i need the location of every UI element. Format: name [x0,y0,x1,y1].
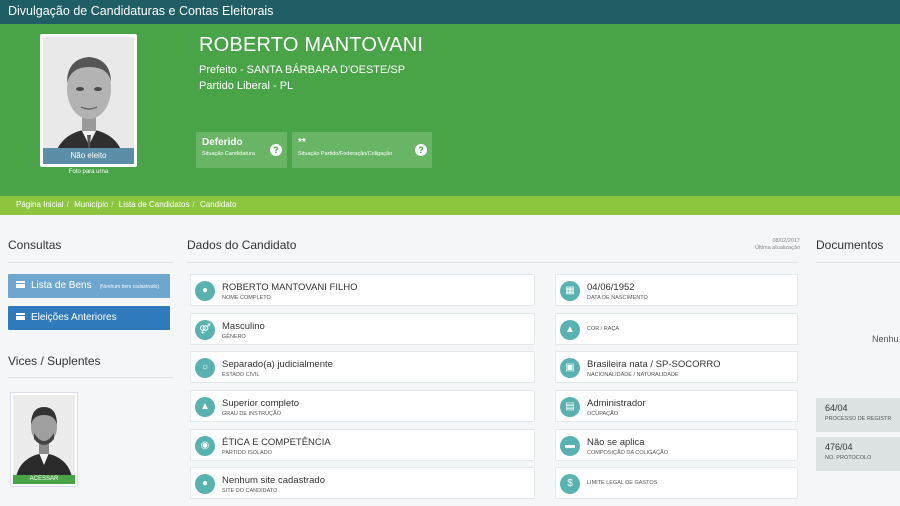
last-update: 08/02/2017 Última atualização [740,238,800,252]
calendar-icon: ▦ [560,281,580,301]
field-education: ▲ Superior completo GRAU DE INSTRUÇÃO [190,390,535,422]
candidacy-status-label: Situação Candidatura [202,151,255,157]
field-label: NOME COMPLETO [222,295,271,301]
shirt-icon: ▲ [560,320,580,340]
consultas-title: Consultas [8,238,62,252]
field-birth-date: ▦ 04/06/1952 DATA DE NASCIMENTO [555,274,798,306]
field-label: COMPOSIÇÃO DA COLIGAÇÃO [587,450,668,456]
field-label: LIMITE LEGAL DE GASTOS [587,480,658,486]
field-value: ÉTICA E COMPETÊNCIA [222,437,331,448]
vice-access-label[interactable]: ACESSAR [13,475,75,484]
field-label: NACIONALIDADE / NATURALIDADE [587,372,679,378]
document-item[interactable]: 64/04 PROCESSO DE REGISTRO DE [816,398,900,432]
field-label: PARTIDO ISOLADO [222,450,272,456]
field-value: ROBERTO MANTOVANI FILHO [222,282,358,293]
list-icon [16,312,25,320]
field-value: Não se aplica [587,437,645,448]
candidate-party: Partido Liberal - PL [199,80,294,92]
field-label: SITE DO CANDIDATO [222,488,278,494]
list-icon [16,280,25,288]
assets-list-label: Lista de Bens [31,280,92,291]
vice-candidate-card[interactable]: ACESSAR [10,392,78,487]
last-update-date: 08/02/2017 [772,238,800,244]
divider [8,262,173,263]
assets-list-note: (Nenhum bem cadastrado) [99,284,160,290]
ring-icon: ○ [195,358,215,378]
document-value: 476/04 [825,442,853,452]
vices-title: Vices / Suplentes [8,354,101,368]
party-status-label: Situação Partido/Federação/Coligação [298,151,393,157]
documents-empty-text: Nenhu [872,334,899,344]
party-status-value: ** [298,137,306,148]
divider [816,262,900,263]
field-race: ▲ COR / RAÇA [555,313,798,345]
last-update-label: Última atualização [755,245,800,251]
field-value: 04/06/1952 [587,282,635,293]
field-coalition: ▬ Não se aplica COMPOSIÇÃO DA COLIGAÇÃO [555,429,798,461]
photo-status-label: Não eleito [43,148,134,164]
map-icon: ▣ [560,358,580,378]
dollar-icon: $ [560,474,580,494]
folder-icon: ▬ [560,436,580,456]
field-party: ◉ ÉTICA E COMPETÊNCIA PARTIDO ISOLADO [190,429,535,461]
divider [187,262,799,263]
candidate-hero: Não eleito Foto para urna ROBERTO MANTOV… [0,24,900,196]
candidate-office: Prefeito - SANTA BÁRBARA D'OESTE/SP [199,64,406,76]
field-value: Brasileira nata / SP-SOCORRO [587,359,721,370]
breadcrumb-home[interactable]: Página Inicial [16,200,64,209]
field-gender: ⚤ Masculino GÊNERO [190,313,535,345]
field-label: GÊNERO [222,334,246,340]
education-icon: ▲ [195,397,215,417]
field-label: ESTADO CIVIL [222,372,260,378]
document-item[interactable]: 476/04 NO. PROTOCOLO [816,437,900,471]
breadcrumb: Página Inicial / Município / Lista de Cand… [0,196,900,215]
field-value: Administrador [587,398,646,409]
candidate-data-title: Dados do Candidato [187,238,297,252]
previous-elections-button[interactable]: Eleições Anteriores [8,306,170,330]
site-title: Divulgação de Candidaturas e Contas Elei… [8,4,274,18]
field-nationality: ▣ Brasileira nata / SP-SOCORRO NACIONALI… [555,351,798,383]
breadcrumb-current: Candidato [199,200,237,209]
vice-portrait-image [13,395,75,484]
candidacy-status-box: Deferido Situação Candidatura ? [196,132,287,168]
document-label: NO. PROTOCOLO [825,455,872,461]
assets-list-button[interactable]: Lista de Bens (Nenhum bem cadastrado) [8,274,170,298]
breadcrumb-municipio[interactable]: Município [74,200,108,209]
previous-elections-label: Eleições Anteriores [31,312,117,323]
field-marital-status: ○ Separado(a) judicialmente ESTADO CIVIL [190,351,535,383]
help-icon[interactable]: ? [415,144,427,156]
photo-caption: Foto para urna [68,169,109,175]
breadcrumb-candidate-list[interactable]: Lista de Candidatos [119,200,190,209]
divider [8,377,173,378]
documents-title: Documentos [816,238,884,252]
field-website: ● Nenhum site cadastrado SITE DO CANDIDA… [190,467,535,499]
candidate-portrait-image [43,37,134,164]
field-label: COR / RAÇA [587,326,620,332]
field-value: Masculino [222,321,265,332]
field-label: GRAU DE INSTRUÇÃO [222,411,281,417]
candidate-photo: Não eleito [40,34,137,167]
party-status-box: ** Situação Partido/Federação/Coligação … [292,132,432,168]
field-occupation: ▤ Administrador OCUPAÇÃO [555,390,798,422]
building-icon: ▤ [560,397,580,417]
person-icon: ● [195,281,215,301]
document-value: 64/04 [825,403,848,413]
site-header: Divulgação de Candidaturas e Contas Elei… [0,0,900,24]
help-icon[interactable]: ? [270,144,282,156]
globe-icon: ● [195,474,215,494]
candidate-name: ROBERTO MANTOVANI [199,34,424,56]
field-full-name: ● ROBERTO MANTOVANI FILHO NOME COMPLETO [190,274,535,306]
gender-icon: ⚤ [195,320,215,340]
field-value: Superior completo [222,398,300,409]
candidacy-status-value: Deferido [202,137,243,148]
field-value: Separado(a) judicialmente [222,359,333,370]
group-icon: ◉ [195,436,215,456]
document-label: PROCESSO DE REGISTRO DE [825,416,891,422]
field-spending-limit: $ LIMITE LEGAL DE GASTOS [555,467,798,499]
field-label: OCUPAÇÃO [587,411,619,417]
field-label: DATA DE NASCIMENTO [587,295,648,301]
field-value: Nenhum site cadastrado [222,475,325,486]
